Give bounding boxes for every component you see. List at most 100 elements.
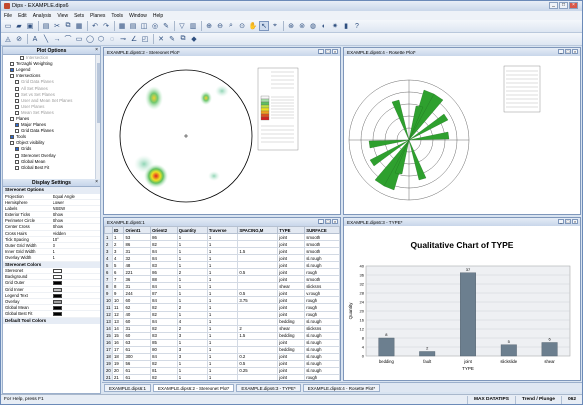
table-cell[interactable]: 86 [150,268,178,277]
row-number[interactable]: 5 [104,261,113,270]
maximize-button[interactable]: □ [325,49,331,54]
document-tab[interactable]: EXAMPLE.dips6:1 [104,383,152,392]
table-cell[interactable]: slicksns [304,282,340,291]
menu-help[interactable]: Help [153,13,163,19]
table-cell[interactable]: 1 [176,310,208,319]
table-cell[interactable]: 48 [123,261,152,270]
color-swatch[interactable] [52,312,62,317]
rosette-plot[interactable] [344,56,580,214]
table-cell[interactable]: 60 [123,331,152,340]
table-cell[interactable]: 1 [176,254,208,263]
close-icon[interactable]: × [95,179,98,185]
table-cell[interactable]: 1 [206,240,239,249]
table-cell[interactable]: 1 [176,366,208,375]
table-cell[interactable]: bedding [277,331,306,340]
property-value[interactable]: Equal Angle [53,194,101,199]
table-cell[interactable]: 1 [176,296,208,305]
table-cell[interactable]: 0.5 [237,268,279,277]
color-swatch[interactable] [52,299,62,304]
checkbox[interactable] [15,98,19,103]
color-swatch[interactable] [52,293,62,298]
row-number[interactable]: 17 [104,345,113,354]
add-window-icon[interactable]: ◰ [140,34,150,44]
row-number[interactable]: 10 [104,296,113,305]
row-number[interactable]: 7 [104,275,113,284]
table-cell[interactable]: 31 [123,282,152,291]
table-cell[interactable]: 84 [150,317,178,326]
table-cell[interactable]: shear [277,282,306,291]
table-row[interactable]: 10 10 60 84 1 1 3.75 joint rough [104,296,340,305]
table-cell[interactable] [237,232,279,242]
table-row[interactable]: 9 9 244 87 1 1 0.5 joint v.rough [104,289,340,298]
bar-fault[interactable] [419,351,436,357]
table-row[interactable]: 20 20 61 81 1 1 0.25 joint sl.rough [104,366,340,375]
table-cell[interactable]: sl.rough [304,345,340,354]
table-cell[interactable]: 0.2 [237,352,279,361]
table-cell[interactable]: sl.rough [304,338,340,347]
table-cell[interactable]: 4 [111,254,125,263]
cone-tool-icon[interactable]: ◌ [107,34,117,44]
close-button[interactable]: × [569,2,578,9]
row-number[interactable]: 13 [104,317,113,326]
table-cell[interactable] [237,261,279,270]
menu-file[interactable]: File [4,13,12,19]
color-value[interactable] [52,311,101,317]
column-header[interactable]: Orient1 [123,226,152,234]
select-arrow-icon[interactable]: ↖ [259,21,269,31]
table-cell[interactable]: 11 [111,303,125,312]
tree-scrollbar[interactable] [95,55,100,179]
checkbox[interactable] [15,129,19,134]
rosette-icon[interactable]: ✷ [330,21,340,31]
checkbox[interactable] [10,62,14,67]
table-cell[interactable]: 3 [176,345,208,354]
table-row[interactable]: 4 4 32 84 1 1 joint sl.rough [104,254,340,263]
table-cell[interactable]: 61 [123,373,152,380]
table-cell[interactable]: sl.rough [304,254,340,263]
table-cell[interactable]: 82 [150,310,178,319]
table-cell[interactable]: rough [304,373,340,380]
menu-tools[interactable]: Tools [111,13,123,19]
table-cell[interactable]: sl.rough [304,331,340,340]
table-cell[interactable]: 1.5 [237,247,279,256]
table-cell[interactable]: 83 [150,331,178,340]
checkbox[interactable] [15,80,19,85]
column-header[interactable]: SPACING,M [237,226,279,234]
minimize-button[interactable]: _ [549,2,558,9]
zoom-in-icon[interactable]: ⊕ [204,21,214,31]
table-cell[interactable]: joint [277,232,306,242]
table-cell[interactable]: 86 [123,240,152,249]
color-value[interactable] [52,268,101,273]
table-cell[interactable]: 85 [150,338,178,347]
column-header[interactable]: Orient2 [150,226,178,234]
help-icon[interactable]: ? [352,21,362,31]
menu-analysis[interactable]: Analysis [33,13,52,19]
grid-data-icon[interactable]: ▤ [128,21,138,31]
table-cell[interactable]: 82 [150,303,178,312]
table-cell[interactable]: slicksns [304,324,340,333]
minimize-button[interactable]: _ [318,219,324,224]
table-cell[interactable]: 1 [206,310,239,319]
table-cell[interactable]: joint [277,275,306,284]
stereonet-window[interactable]: EXAMPLE.dips6:2 - Stereonet Plot* _ □ × [103,47,341,215]
property-value[interactable]: NSEW [53,206,101,211]
table-cell[interactable]: 1 [206,324,239,333]
table-cell[interactable]: sl.rough [304,359,340,368]
document-tab[interactable]: EXAMPLE.dips6:3 - TYPE* [236,383,301,392]
table-cell[interactable]: 32 [123,254,152,263]
table-cell[interactable]: 1 [206,338,239,347]
stereonet-plot[interactable] [104,56,340,214]
table-cell[interactable] [237,345,279,354]
table-cell[interactable]: 1 [176,261,208,270]
table-cell[interactable]: joint [277,240,306,249]
table-cell[interactable] [237,317,279,326]
row-number[interactable]: 4 [104,254,113,263]
table-cell[interactable]: 60 [123,296,152,305]
row-number[interactable]: 3 [104,247,113,256]
table-cell[interactable] [237,282,279,291]
table-cell[interactable]: 1 [206,232,239,242]
menu-sets[interactable]: Sets [74,13,84,19]
checkbox[interactable] [15,123,19,128]
table-row[interactable]: 19 19 56 82 1 1 0.5 joint sl.rough [104,359,340,368]
delete-tool-icon[interactable]: ✕ [156,34,166,44]
table-cell[interactable]: 1 [206,282,239,291]
